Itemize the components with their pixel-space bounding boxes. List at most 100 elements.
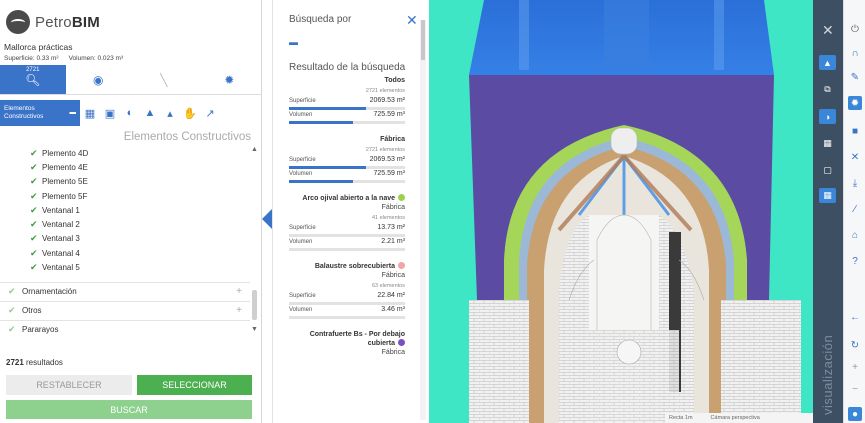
group-others[interactable]: ✔ Otros + xyxy=(0,301,250,319)
surface-bar xyxy=(289,166,405,169)
settings-icon[interactable]: ● xyxy=(848,407,862,421)
expand-plus-icon[interactable]: + xyxy=(236,286,242,297)
surface-row: Superficie 13.73 m² xyxy=(289,224,405,238)
element-count: 41 elementos xyxy=(371,215,405,221)
layers-icon[interactable]: ⧉ xyxy=(819,82,836,97)
check-icon: ✔ xyxy=(8,305,16,315)
pencil-icon[interactable]: ✎ xyxy=(848,70,862,84)
panel-scrollbar-thumb[interactable] xyxy=(421,20,425,60)
tab-measure[interactable]: ╲ xyxy=(131,65,197,94)
select-button[interactable]: SELECCIONAR xyxy=(137,375,252,395)
contrast-icon[interactable]: ◐ xyxy=(120,107,140,119)
drop-icon[interactable]: ▲ xyxy=(140,107,160,119)
hand-icon[interactable]: ✋ xyxy=(180,107,200,120)
zoom-out-icon[interactable]: − xyxy=(848,382,862,396)
tree-scrollbar[interactable] xyxy=(252,290,257,320)
results-count: 2721 resultados xyxy=(6,358,63,367)
tree-item[interactable]: ✔ Plemento 5F xyxy=(0,189,258,203)
lock-icon[interactable]: ⌂ xyxy=(848,228,862,242)
group-ornamentation[interactable]: ✔ Ornamentación + xyxy=(0,282,250,300)
result-block: Todos 2721 elementos Superficie 2069.53 m² V… xyxy=(289,76,405,125)
tree-item[interactable]: ✔ Ventanal 5 xyxy=(0,260,258,274)
tree-item[interactable]: ✔ Ventanal 2 xyxy=(0,217,258,231)
power-icon[interactable]: ⏻ xyxy=(848,22,862,36)
tree-item[interactable]: ✔ Ventanal 1 xyxy=(0,203,258,217)
check-icon: ✔ xyxy=(30,219,38,230)
help-icon[interactable]: ? xyxy=(848,254,862,268)
zoom-in-icon[interactable]: + xyxy=(848,360,862,374)
tab-visibility[interactable]: ◉ xyxy=(66,65,132,94)
check-icon: ✔ xyxy=(30,204,38,215)
surface-bar xyxy=(289,302,405,305)
close-icon[interactable]: ✕ xyxy=(822,22,834,39)
color-dot-icon xyxy=(398,194,405,201)
check-icon: ✔ xyxy=(8,324,16,334)
element-count: 2721 elementos xyxy=(365,88,405,94)
result-block-title: Arco ojival abierto a la nave xyxy=(289,194,405,203)
check-icon: ✔ xyxy=(30,247,38,258)
volume-bar xyxy=(289,316,405,319)
result-block-subtitle: Fábrica xyxy=(381,349,405,356)
camera-icon[interactable]: ■ xyxy=(848,124,862,138)
surface-bar xyxy=(289,234,405,237)
edit-square-icon[interactable]: ▣ xyxy=(100,107,120,120)
result-block-subtitle: Fábrica xyxy=(381,204,405,211)
panel-icon[interactable]: ▢ xyxy=(819,163,836,178)
close-icon[interactable]: ✕ xyxy=(406,12,418,29)
section-box-icon[interactable]: ▲ xyxy=(819,55,836,70)
ruler-icon[interactable]: ∕ xyxy=(848,202,862,216)
element-count: 2721 elementos xyxy=(365,147,405,153)
search-icon: 🔍︎ xyxy=(25,72,41,87)
headphones-icon[interactable]: ∩ xyxy=(848,46,862,60)
color-dot-icon xyxy=(398,262,405,269)
grid-icon[interactable]: ▦ xyxy=(819,136,836,151)
surface-row: Superficie 2069.53 m² xyxy=(289,156,405,170)
scroll-down-arrow[interactable]: ▼ xyxy=(251,326,258,333)
expand-plus-icon[interactable]: + xyxy=(236,305,242,316)
scroll-up-arrow[interactable]: ▲ xyxy=(251,146,258,153)
download-icon[interactable]: ⤓ xyxy=(848,176,862,190)
reset-button[interactable]: RESTABLECER xyxy=(6,375,132,395)
result-block: Contrafuerte Bs - Por debajo cubierta Fáb… xyxy=(289,330,405,357)
petrobim-logo: PetroBIM xyxy=(6,10,100,34)
project-name: Mallorca prácticas xyxy=(4,42,73,52)
rotate-icon[interactable]: ↻ xyxy=(848,338,862,352)
element-tree: ✔ Plemento 4D ✔ Plemento 4E ✔ Plemento 5E ✔… xyxy=(0,146,258,280)
tree-item[interactable]: ✔ Plemento 5E xyxy=(0,175,258,189)
back-arrow-icon[interactable]: ← xyxy=(848,310,862,324)
volume-bar xyxy=(289,248,405,251)
result-block-subtitle: Fábrica xyxy=(381,272,405,279)
3d-viewport[interactable] xyxy=(429,0,813,423)
section-title: Elementos Constructivos xyxy=(123,131,251,143)
tree-item[interactable]: ✔ Plemento 4E xyxy=(0,160,258,174)
surface-row: Superficie 2069.53 m² xyxy=(289,97,405,111)
volume-bar xyxy=(289,180,405,183)
search-button[interactable]: BUSCAR xyxy=(6,400,252,419)
volume-row: Volumen 725.59 m³ xyxy=(289,170,405,184)
chapel-model xyxy=(429,0,813,423)
tree-item[interactable]: ✔ Plemento 4D xyxy=(0,146,258,160)
panel-title: Búsqueda por xyxy=(289,14,352,25)
brick-icon: ▬ xyxy=(289,37,298,47)
search-results-panel: Búsqueda por ✕ ▬ Resultado de la búsqued… xyxy=(272,0,428,423)
tree-item[interactable]: ✔ Ventanal 4 xyxy=(0,246,258,260)
matrix-icon[interactable]: ▦ xyxy=(819,188,836,203)
tree-item[interactable]: ✔ Ventanal 3 xyxy=(0,232,258,246)
wall-grid-icon[interactable]: ▦ xyxy=(80,107,100,120)
cross-tool-icon[interactable]: ✕ xyxy=(848,150,862,164)
tools-column: ⏻ ∩ ✎ ✹ ■ ✕ ⤓ ∕ ⌂ ? ← ↻ + − ● xyxy=(843,0,865,423)
magic-wand-icon[interactable]: ✹ xyxy=(848,96,862,110)
volume-row: Volumen 3.46 m³ xyxy=(289,306,405,320)
tab-magic[interactable]: ✹ xyxy=(197,65,263,94)
tab-search[interactable]: 2721 🔍︎ xyxy=(0,65,66,94)
category-tab-construction-elements[interactable]: Elementos Constructivos ▬ xyxy=(0,100,80,126)
surface-bar-fill xyxy=(289,107,366,110)
results-title: Resultado de la búsqueda xyxy=(289,62,406,73)
check-icon: ✔ xyxy=(30,262,38,273)
group-lightning-rods[interactable]: ✔ Pararayos xyxy=(0,320,250,338)
pointer-icon[interactable]: ↗ xyxy=(200,107,220,120)
collapse-panel-arrow[interactable] xyxy=(262,209,272,229)
mountain-icon[interactable]: ▴ xyxy=(160,107,180,120)
panel-scrollbar[interactable] xyxy=(420,20,426,420)
contrast-icon[interactable]: ◑ xyxy=(819,109,836,124)
